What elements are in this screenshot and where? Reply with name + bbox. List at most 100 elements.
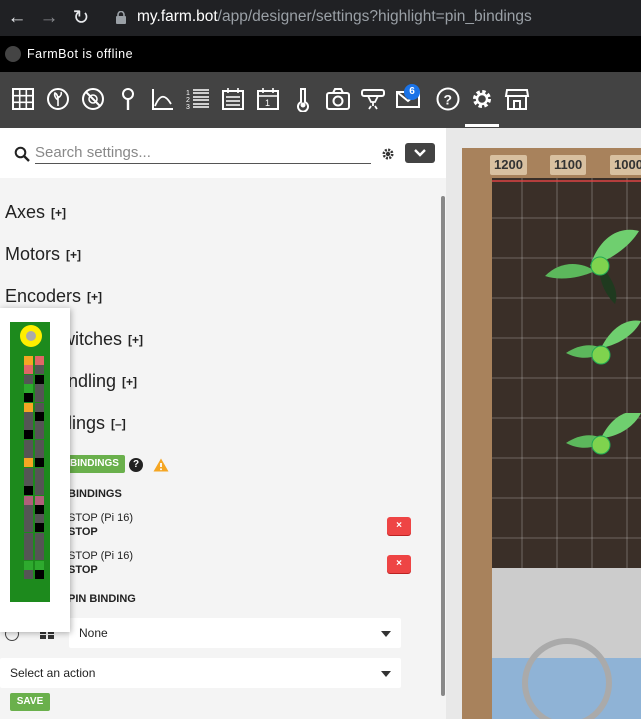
expand-toggle[interactable]: [+]: [51, 206, 66, 220]
gpio-pin[interactable]: [35, 374, 44, 384]
gpio-pin[interactable]: [35, 393, 44, 403]
section-endstops[interactable]: witches [+]: [62, 329, 143, 350]
gpio-pin[interactable]: [24, 560, 33, 570]
gpio-pin[interactable]: [35, 383, 44, 393]
gpio-pin[interactable]: [24, 467, 33, 477]
curves-icon[interactable]: [150, 86, 176, 112]
gpio-pin[interactable]: [35, 486, 44, 496]
gpio-pin[interactable]: [35, 532, 44, 542]
sequences-icon[interactable]: 123: [185, 86, 211, 112]
gpio-pin[interactable]: [24, 476, 33, 486]
events-icon[interactable]: 1: [255, 86, 281, 112]
gpio-pin[interactable]: [24, 421, 33, 431]
save-button[interactable]: SAVE: [10, 693, 50, 711]
caret-down-icon: [381, 671, 391, 677]
section-motors[interactable]: Motors [+]: [5, 244, 81, 265]
gpio-pin[interactable]: [35, 439, 44, 449]
gpio-pin[interactable]: [24, 458, 33, 468]
action-select[interactable]: Select an action: [0, 658, 401, 688]
search-input[interactable]: [35, 142, 371, 164]
address-bar[interactable]: my.farm.bot/app/designer/settings?highli…: [137, 8, 532, 26]
gpio-pin[interactable]: [35, 356, 44, 365]
gpio-pin[interactable]: [35, 421, 44, 431]
gpio-pin[interactable]: [24, 495, 33, 505]
gpio-pin[interactable]: [35, 458, 44, 468]
garden-map[interactable]: 1200 1100 1000: [446, 128, 641, 719]
gpio-pin[interactable]: [35, 495, 44, 505]
gpio-pin[interactable]: [35, 449, 44, 458]
gpio-pin[interactable]: [24, 551, 33, 561]
section-error-handling[interactable]: ndling [+]: [68, 371, 137, 392]
gpio-pin[interactable]: [24, 365, 33, 375]
existing-bindings-label: BINDINGS: [68, 488, 122, 500]
gpio-pin[interactable]: [24, 542, 33, 551]
gpio-pin[interactable]: [35, 504, 44, 514]
collapse-toggle[interactable]: [–]: [111, 417, 126, 431]
gpio-pin[interactable]: [24, 383, 33, 393]
gpio-pin[interactable]: [35, 411, 44, 421]
section-axes[interactable]: Axes [+]: [5, 202, 66, 223]
settings-dropdown-button[interactable]: [405, 143, 435, 163]
gpio-pin[interactable]: [24, 504, 33, 514]
reload-icon[interactable]: ↻: [69, 6, 93, 30]
gpio-pin[interactable]: [24, 532, 33, 542]
gpio-pin[interactable]: [24, 430, 33, 440]
tools-icon[interactable]: [360, 86, 386, 112]
expand-toggle[interactable]: [+]: [87, 290, 102, 304]
warning-icon[interactable]: [153, 458, 169, 472]
shop-icon[interactable]: [504, 86, 530, 112]
points-icon[interactable]: [115, 86, 141, 112]
plant-icon[interactable]: [540, 216, 640, 306]
gpio-pin[interactable]: [35, 560, 44, 570]
gpio-pin[interactable]: [24, 411, 33, 421]
gpio-pin[interactable]: [24, 374, 33, 384]
gear-icon[interactable]: [381, 147, 395, 161]
gpio-pin[interactable]: [35, 551, 44, 561]
gpio-pin[interactable]: [24, 449, 33, 458]
map-icon[interactable]: [10, 86, 36, 112]
help-circle-icon[interactable]: ?: [129, 458, 143, 472]
forward-arrow-icon[interactable]: →: [37, 6, 61, 30]
gpio-pin[interactable]: [35, 523, 44, 533]
help-icon[interactable]: ?: [435, 86, 461, 112]
photos-icon[interactable]: [325, 86, 351, 112]
gpio-pin[interactable]: [24, 393, 33, 403]
plant-icon[interactable]: [556, 413, 641, 493]
binding-action: STOP: [68, 564, 98, 576]
gpio-pin[interactable]: [35, 365, 44, 375]
expand-toggle[interactable]: [+]: [128, 333, 143, 347]
section-pin-bindings[interactable]: lings [–]: [68, 413, 126, 434]
gpio-pin[interactable]: [35, 476, 44, 486]
sensors-icon[interactable]: [290, 86, 316, 113]
browser-bar: ← → ↻ my.farm.bot/app/designer/settings?…: [0, 0, 641, 36]
gpio-pin[interactable]: [24, 569, 33, 579]
pin-bindings-button[interactable]: BINDINGS: [64, 455, 125, 473]
gpio-pin[interactable]: [35, 542, 44, 551]
gpio-pin[interactable]: [24, 402, 33, 412]
gpio-pin[interactable]: [24, 523, 33, 533]
expand-toggle[interactable]: [+]: [66, 248, 81, 262]
section-encoders[interactable]: Encoders [+]: [5, 286, 102, 307]
gpio-pin[interactable]: [35, 569, 44, 579]
back-arrow-icon[interactable]: ←: [5, 6, 29, 30]
gpio-pin[interactable]: [35, 402, 44, 412]
settings-icon[interactable]: [465, 86, 499, 127]
weeds-icon[interactable]: [80, 86, 106, 112]
panel-scrollbar[interactable]: [441, 196, 445, 696]
delete-binding-button[interactable]: ×: [387, 517, 411, 535]
gpio-pin[interactable]: [35, 514, 44, 524]
gpio-pin[interactable]: [35, 467, 44, 477]
gpio-pin[interactable]: [24, 439, 33, 449]
plants-icon[interactable]: [45, 86, 71, 112]
svg-text:3: 3: [186, 104, 190, 111]
gpio-pin[interactable]: [24, 356, 33, 365]
gpio-pin[interactable]: [35, 430, 44, 440]
expand-toggle[interactable]: [+]: [122, 375, 137, 389]
action-select-value: Select an action: [10, 666, 96, 680]
regimens-icon[interactable]: [220, 86, 246, 112]
plant-icon[interactable]: [556, 313, 641, 393]
gpio-pin[interactable]: [24, 486, 33, 496]
gpio-pin[interactable]: [24, 514, 33, 524]
delete-binding-button[interactable]: ×: [387, 555, 411, 573]
pin-number-select[interactable]: None: [69, 618, 401, 648]
